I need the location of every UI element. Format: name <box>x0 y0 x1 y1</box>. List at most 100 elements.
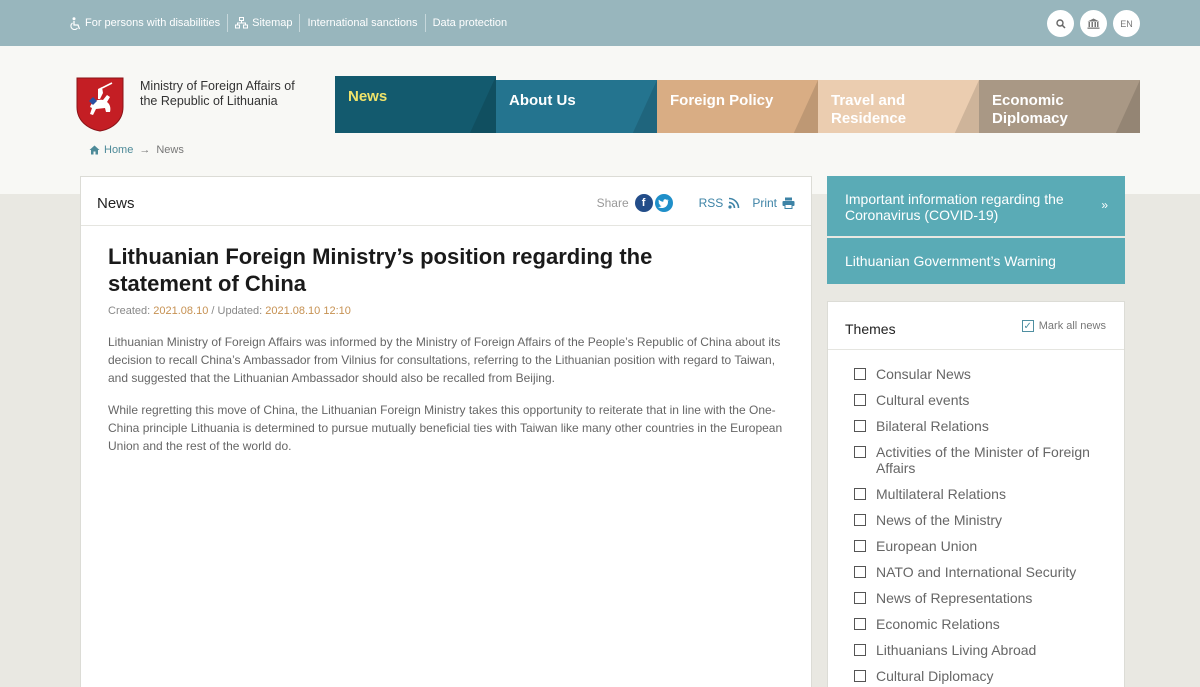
theme-label: European Union <box>876 538 978 554</box>
theme-item[interactable]: Consular News <box>854 366 1114 382</box>
theme-label: News of the Ministry <box>876 512 1003 528</box>
nav-news-label: News <box>348 88 388 105</box>
sitemap-link[interactable]: Sitemap <box>227 14 299 32</box>
nav-econ-shade <box>1114 80 1140 133</box>
nav-travel-label: Travel and Residence <box>831 92 907 127</box>
article-paragraph: While regretting this move of China, the… <box>108 403 783 453</box>
theme-item[interactable]: Bilateral Relations <box>854 418 1114 434</box>
government-warning-label: Lithuanian Government’s Warning <box>845 253 1056 269</box>
theme-item[interactable]: Lithuanians Living Abroad <box>854 642 1114 658</box>
double-chevron-right-icon: » <box>1101 198 1108 212</box>
article-panel-header: News Share f RSS Print <box>81 177 811 226</box>
theme-checkbox[interactable] <box>854 644 866 656</box>
home-icon <box>89 145 100 155</box>
nav-foreign-policy[interactable]: Foreign Policy <box>657 80 818 133</box>
theme-label: Lithuanians Living Abroad <box>876 642 1037 658</box>
article-title: Lithuanian Foreign Ministry’s position r… <box>108 244 653 296</box>
mark-all-label: Mark all news <box>1038 320 1106 332</box>
rss-link[interactable]: RSS <box>699 196 741 210</box>
theme-item[interactable]: Multilateral Relations <box>854 486 1114 502</box>
nav-news[interactable]: News <box>335 76 496 133</box>
nav-econ-label: Economic Diplomacy <box>992 92 1068 127</box>
theme-item[interactable]: News of the Ministry <box>854 512 1114 528</box>
theme-checkbox[interactable] <box>854 514 866 526</box>
breadcrumb-home-label: Home <box>104 144 134 156</box>
breadcrumb-home[interactable]: Home <box>89 144 133 156</box>
sanctions-link[interactable]: International sanctions <box>299 14 424 32</box>
share-label: Share <box>596 196 629 210</box>
accessibility-label: For persons with disabilities <box>85 17 221 29</box>
top-icons: EN <box>1047 10 1140 37</box>
theme-item[interactable]: NATO and International Security <box>854 564 1114 580</box>
search-icon <box>1055 18 1066 29</box>
covid-info-label: Important information regarding the Coro… <box>845 191 1064 223</box>
institution-button[interactable] <box>1080 10 1107 37</box>
facebook-share-button[interactable]: f <box>634 194 653 212</box>
theme-label: News of Representations <box>876 590 1033 606</box>
created-date: 2021.08.10 <box>153 305 209 317</box>
themes-title: Themes <box>845 321 896 337</box>
theme-checkbox[interactable] <box>854 446 866 458</box>
theme-item[interactable]: European Union <box>854 538 1114 554</box>
institution-icon <box>1087 18 1100 29</box>
breadcrumb-separator: → <box>139 144 151 156</box>
article-tools: Share f RSS Print <box>597 194 795 212</box>
data-protection-link[interactable]: Data protection <box>424 14 515 32</box>
theme-checkbox[interactable] <box>854 540 866 552</box>
nav-travel-residence[interactable]: Travel and Residence <box>818 80 979 133</box>
article-panel: News Share f RSS Print Lithuanian Foreig… <box>80 176 812 687</box>
theme-checkbox[interactable] <box>854 394 866 406</box>
theme-item[interactable]: Cultural events <box>854 392 1114 408</box>
mark-all-news-checkbox[interactable]: ✓ Mark all news <box>1021 320 1106 332</box>
theme-item[interactable]: News of Representations <box>854 590 1114 606</box>
section-title: News <box>97 195 135 212</box>
theme-checkbox[interactable] <box>854 420 866 432</box>
coat-of-arms-logo[interactable] <box>76 77 124 132</box>
twitter-icon <box>658 198 669 208</box>
theme-checkbox[interactable] <box>854 592 866 604</box>
article-dates: Created: 2021.08.10 / Updated: 2021.08.1… <box>108 305 351 317</box>
breadcrumb: Home → News <box>89 144 184 156</box>
theme-label: Cultural events <box>876 392 970 408</box>
theme-item[interactable]: Economic Relations <box>854 616 1114 632</box>
covid-info-banner[interactable]: Important information regarding the Coro… <box>827 176 1125 236</box>
facebook-icon: f <box>641 197 646 209</box>
print-link[interactable]: Print <box>752 196 795 210</box>
government-warning-banner[interactable]: Lithuanian Government’s Warning <box>827 238 1125 284</box>
theme-checkbox[interactable] <box>854 488 866 500</box>
updated-date: 2021.08.10 12:10 <box>265 305 351 317</box>
nav-news-shade <box>470 76 496 133</box>
nav-about-label: About Us <box>509 92 576 109</box>
sitemap-icon <box>235 17 249 29</box>
nav-economic-diplomacy[interactable]: Economic Diplomacy <box>979 80 1140 133</box>
created-label: Created: <box>108 305 151 317</box>
theme-checkbox[interactable] <box>854 368 866 380</box>
theme-label: NATO and International Security <box>876 564 1077 580</box>
theme-checkbox[interactable] <box>854 566 866 578</box>
theme-label: Consular News <box>876 366 971 382</box>
article-paragraph: Lithuanian Ministry of Foreign Affairs w… <box>108 335 781 385</box>
theme-item[interactable]: Cultural Diplomacy <box>854 668 1114 684</box>
data-protection-label: Data protection <box>432 17 508 29</box>
themes-panel: Themes ✓ Mark all news Consular News Cul… <box>827 301 1125 687</box>
theme-checkbox[interactable] <box>854 618 866 630</box>
language-button[interactable]: EN <box>1113 10 1140 37</box>
theme-label: Bilateral Relations <box>876 418 989 434</box>
rss-label: RSS <box>698 196 724 210</box>
printer-icon <box>782 197 795 209</box>
nav-policy-label: Foreign Policy <box>670 92 774 109</box>
top-bar: For persons with disabilities Sitemap In… <box>0 0 1200 46</box>
sitemap-label: Sitemap <box>252 17 293 29</box>
rss-icon <box>728 197 740 209</box>
theme-checkbox[interactable] <box>854 670 866 682</box>
nav-about-us[interactable]: About Us <box>496 80 657 133</box>
breadcrumb-current: News <box>156 144 184 156</box>
ministry-name[interactable]: Ministry of Foreign Affairs of the Repub… <box>140 79 300 109</box>
search-button[interactable] <box>1047 10 1074 37</box>
theme-label: Activities of the Minister of Foreign Af… <box>876 444 1090 476</box>
theme-item[interactable]: Activities of the Minister of Foreign Af… <box>854 444 1114 476</box>
nav-about-shade <box>631 80 657 133</box>
twitter-share-button[interactable] <box>654 194 673 212</box>
nav-travel-shade <box>953 80 979 133</box>
accessibility-link[interactable]: For persons with disabilities <box>70 14 227 32</box>
